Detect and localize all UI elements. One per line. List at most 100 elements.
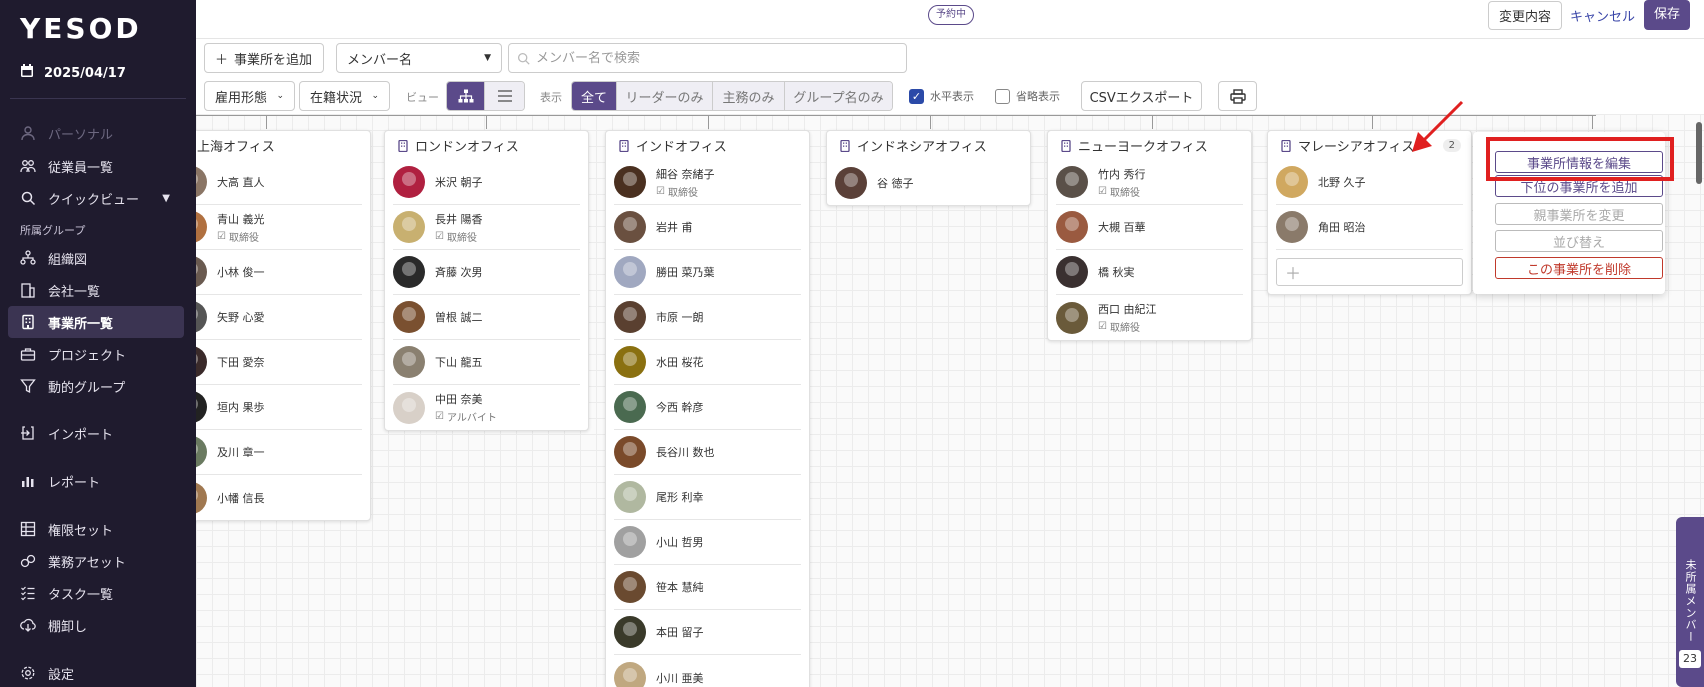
display-group-names-tab[interactable]: グループ名のみ <box>785 82 892 110</box>
app-logo[interactable]: YESOD <box>20 12 142 45</box>
sidebar-item-projects[interactable]: プロジェクト <box>8 338 184 370</box>
member-row[interactable]: 斉藤 次男 <box>393 250 580 295</box>
sidebar-item-import[interactable]: インポート <box>8 417 184 449</box>
member-row[interactable]: 角田 昭治 <box>1276 205 1463 250</box>
display-all-tab[interactable]: 全て <box>572 82 617 110</box>
date-selector[interactable]: 2025/04/17 <box>20 64 126 82</box>
building-icon <box>398 139 408 152</box>
sidebar-item-personal[interactable]: パーソナル <box>8 117 184 149</box>
changes-button[interactable]: 変更内容 <box>1488 1 1563 30</box>
member-row[interactable]: 大槻 百華 <box>1056 205 1243 250</box>
avatar <box>614 436 646 468</box>
employment-status-filter[interactable]: 在籍状況 ⌄ <box>299 81 390 111</box>
sidebar-item-dynamic-groups[interactable]: 動的グループ <box>8 370 184 402</box>
member-row[interactable]: 青山 義光 ☑ 取締役 <box>196 205 362 250</box>
checklist-icon <box>21 586 35 601</box>
office-card-header[interactable]: インドネシアオフィス <box>827 131 1030 160</box>
display-leaders-tab[interactable]: リーダーのみ <box>617 82 713 110</box>
csv-export-button[interactable]: CSVエクスポート <box>1081 81 1202 111</box>
member-row[interactable]: 岩井 甫 <box>614 205 801 250</box>
calendar-icon <box>20 64 34 82</box>
office-card[interactable]: インドネシアオフィス 谷 徳子 <box>826 130 1031 206</box>
member-row[interactable]: 谷 徳子 <box>835 160 1022 205</box>
office-card[interactable]: マレーシアオフィス 2 北野 久子 角田 昭治 ＋ <box>1267 130 1472 295</box>
member-row[interactable]: 竹内 秀行 ☑ 取締役 <box>1056 160 1243 205</box>
member-name: 米沢 朝子 <box>435 176 483 189</box>
cancel-button[interactable]: キャンセル <box>1570 6 1635 25</box>
add-office-button[interactable]: ＋ 事業所を追加 <box>204 43 324 73</box>
member-row[interactable]: 小山 哲男 <box>614 520 801 565</box>
sidebar-item-inventory[interactable]: 棚卸し <box>8 609 184 641</box>
sidebar-item-companies[interactable]: 会社一覧 <box>8 274 184 306</box>
unassigned-members-tab[interactable]: 未所属メンバー 23 <box>1676 517 1704 687</box>
sidebar-item-settings[interactable]: 設定 <box>8 657 184 687</box>
avatar <box>614 391 646 423</box>
office-card-header[interactable]: インドオフィス <box>606 131 809 160</box>
chevron-down-icon: ⌄ <box>371 91 379 101</box>
sidebar-item-offices[interactable]: 事業所一覧 <box>8 306 184 338</box>
sidebar-item-label: 棚卸し <box>48 619 88 635</box>
member-row[interactable]: 本田 留子 <box>614 610 801 655</box>
display-primary-tab[interactable]: 主務のみ <box>713 82 785 110</box>
avatar <box>1056 211 1088 243</box>
member-row[interactable]: 米沢 朝子 <box>393 160 580 205</box>
tree-view-button[interactable] <box>447 82 486 110</box>
member-row[interactable]: 細谷 奈緒子 ☑ 取締役 <box>614 160 801 205</box>
save-button[interactable]: 保存 <box>1644 0 1691 30</box>
member-row[interactable]: 笹本 慧純 <box>614 565 801 610</box>
member-row[interactable]: 中田 奈美 ☑ アルバイト <box>393 385 580 430</box>
sidebar-item-assets[interactable]: 業務アセット <box>8 545 184 577</box>
member-row[interactable]: 橋 秋実 <box>1056 250 1243 295</box>
member-row[interactable]: 長谷川 数也 <box>614 430 801 475</box>
member-row[interactable]: 小林 俊一 <box>196 250 362 295</box>
member-row[interactable]: 下山 龍五 <box>393 340 580 385</box>
member-row[interactable]: 勝田 菜乃葉 <box>614 250 801 295</box>
member-row[interactable]: 下田 愛奈 <box>196 340 362 385</box>
reorder-button[interactable]: 並び替え <box>1495 230 1663 252</box>
member-row[interactable]: 及川 章一 <box>196 430 362 475</box>
member-row[interactable]: 北野 久子 <box>1276 160 1463 205</box>
sidebar-item-permission-sets[interactable]: 権限セット <box>8 513 184 545</box>
office-card[interactable]: 上海オフィス 大高 直人 青山 義光 ☑ 取締役 小林 俊一 矢野 心愛 下田 愛奈… <box>196 130 371 521</box>
office-card-header[interactable]: ロンドンオフィス <box>385 131 588 160</box>
search-icon <box>21 191 36 206</box>
member-row[interactable]: 矢野 心愛 <box>196 295 362 340</box>
sidebar-item-reports[interactable]: レポート <box>8 465 184 497</box>
sidebar-divider <box>10 98 186 99</box>
member-row[interactable]: 西口 由紀江 ☑ 取締役 <box>1056 295 1243 340</box>
member-row[interactable]: 小幡 信長 <box>196 475 362 520</box>
office-card-header[interactable]: ニューヨークオフィス <box>1048 131 1251 160</box>
print-button[interactable] <box>1218 81 1257 111</box>
member-row[interactable]: 曽根 誠二 <box>393 295 580 340</box>
employment-type-filter[interactable]: 雇用形態 ⌄ <box>204 81 295 111</box>
change-parent-office-button[interactable]: 親事業所を変更 <box>1495 203 1663 225</box>
member-row[interactable]: 水田 桜花 <box>614 340 801 385</box>
office-card-header[interactable]: 上海オフィス <box>196 131 370 160</box>
list-view-button[interactable] <box>485 82 524 110</box>
office-card[interactable]: ニューヨークオフィス 竹内 秀行 ☑ 取締役 大槻 百華 橋 秋実 西口 由紀江 ☑ 取… <box>1047 130 1252 341</box>
sidebar-item-tasks[interactable]: タスク一覧 <box>8 577 184 609</box>
horizontal-display-toggle[interactable]: ✓ 水平表示 <box>909 88 974 104</box>
office-card[interactable]: ロンドンオフィス 米沢 朝子 長井 陽香 ☑ 取締役 斉藤 次男 曽根 誠二 下山 … <box>384 130 589 431</box>
vertical-scrollbar[interactable] <box>1696 122 1702 184</box>
member-row[interactable]: 今西 幹彦 <box>614 385 801 430</box>
member-row[interactable]: 市原 一朗 <box>614 295 801 340</box>
member-row[interactable]: 長井 陽香 ☑ 取締役 <box>393 205 580 250</box>
member-row[interactable]: 垣内 果歩 <box>196 385 362 430</box>
sidebar-item-quickview[interactable]: クイックビュー ▼ <box>8 182 184 214</box>
member-row[interactable]: 大高 直人 <box>196 160 362 205</box>
office-card[interactable]: インドオフィス 細谷 奈緒子 ☑ 取締役 岩井 甫 勝田 菜乃葉 市原 一朗 水田 … <box>605 130 810 687</box>
building-icon <box>619 139 629 152</box>
avatar <box>196 391 207 423</box>
delete-office-button[interactable]: この事業所を削除 <box>1495 257 1663 279</box>
member-search-input[interactable] <box>536 50 896 66</box>
sidebar-item-org-chart[interactable]: 組織図 <box>8 242 184 274</box>
member-row[interactable]: 尾形 利幸 <box>614 475 801 520</box>
member-row[interactable]: 小川 亜美 <box>614 655 801 687</box>
member-field-select[interactable]: メンバー名 ▼ <box>336 43 502 73</box>
member-role-text: 取締役 <box>446 232 477 244</box>
member-name: 尾形 利幸 <box>656 491 704 504</box>
sidebar-item-employees[interactable]: 従業員一覧 <box>8 150 184 182</box>
add-member-slot[interactable]: ＋ <box>1276 258 1463 286</box>
compact-display-toggle[interactable]: 省略表示 <box>995 88 1060 104</box>
